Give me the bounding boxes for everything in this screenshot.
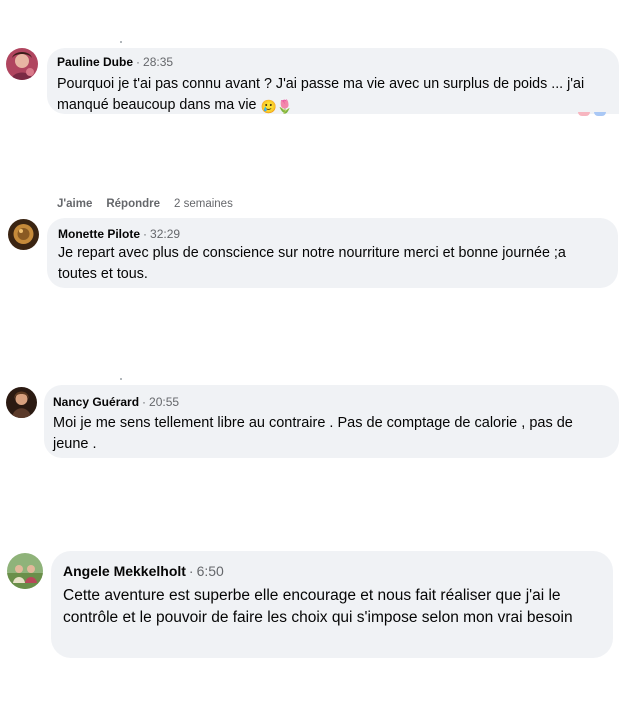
avatar[interactable] xyxy=(6,48,38,80)
divider-dot xyxy=(120,378,122,380)
reaction-stub[interactable] xyxy=(578,112,612,117)
comment-age[interactable]: 2 semaines xyxy=(174,198,233,210)
comment-bubble: Nancy Guérard · 20:55 Moi je me sens telle… xyxy=(44,385,619,458)
comment-body: Moi je me sens tellement libre au contra… xyxy=(53,415,573,452)
author-name[interactable]: Monette Pilote xyxy=(58,227,140,241)
like-link[interactable]: J'aime xyxy=(57,198,92,210)
divider-dot xyxy=(120,41,122,43)
separator-dot: · xyxy=(142,395,147,409)
comment-text: Pourquoi je t'ai pas connu avant ? J'ai … xyxy=(57,74,613,117)
author-name[interactable]: Pauline Dube xyxy=(57,55,133,69)
separator-dot: · xyxy=(136,55,141,69)
reply-link[interactable]: Répondre xyxy=(106,198,160,210)
separator-dot: · xyxy=(143,227,148,241)
author-name[interactable]: Nancy Guérard xyxy=(53,395,139,409)
comment-body: Je repart avec plus de conscience sur no… xyxy=(58,245,566,282)
timestamp[interactable]: 6:50 xyxy=(197,563,224,579)
timestamp[interactable]: 20:55 xyxy=(149,395,179,409)
tearful-smile-icon: 🥲 xyxy=(260,99,277,114)
avatar[interactable] xyxy=(8,219,39,250)
separator-dot: · xyxy=(188,563,194,579)
timestamp[interactable]: 32:29 xyxy=(150,227,180,241)
comment-bubble: Pauline Dube · 28:35 Pourquoi je t'ai pas … xyxy=(47,48,619,114)
author-name[interactable]: Angele Mekkelholt xyxy=(63,563,186,579)
comment-body: Pourquoi je t'ai pas connu avant ? J'ai … xyxy=(57,76,585,113)
timestamp[interactable]: 28:35 xyxy=(143,55,173,69)
avatar[interactable] xyxy=(7,553,43,589)
comment-bubble: Monette Pilote · 32:29 Je repart avec plus… xyxy=(47,218,618,288)
comment-actions: J'aime Répondre 2 semaines xyxy=(57,198,233,210)
comment-body: Cette aventure est superbe elle encourag… xyxy=(63,587,573,626)
avatar[interactable] xyxy=(6,387,37,418)
tulip-icon: 🌷 xyxy=(276,99,293,114)
comment-bubble: Angele Mekkelholt · 6:50 Cette aventure es… xyxy=(51,551,613,658)
